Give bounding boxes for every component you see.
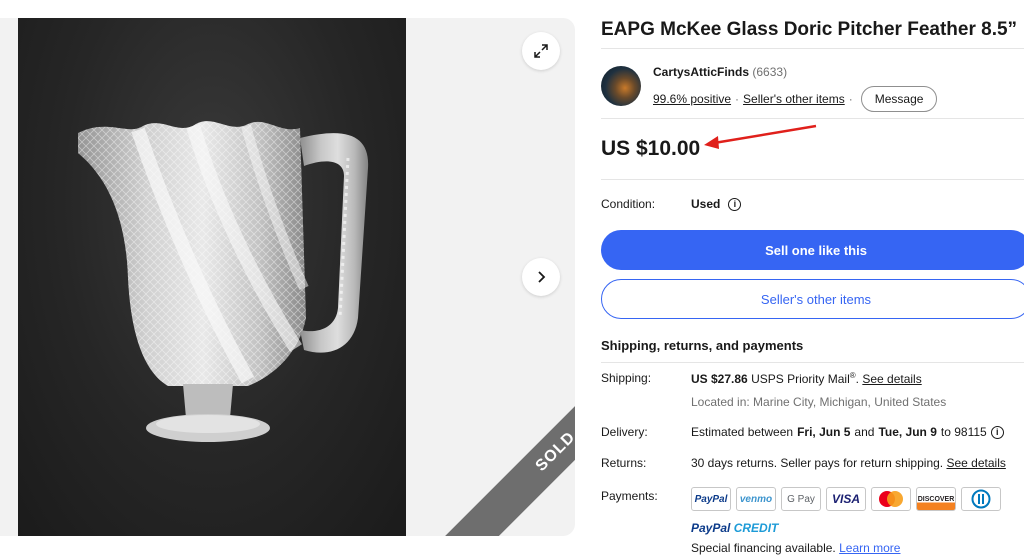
- seller-other-items-link[interactable]: Seller's other items: [743, 92, 845, 106]
- shipping-period: .: [855, 372, 859, 386]
- shipping-label: Shipping:: [601, 371, 652, 385]
- located-in: Located in: Marine City, Michigan, Unite…: [691, 395, 947, 409]
- info-icon[interactable]: i: [728, 197, 742, 211]
- chevron-right-icon: [538, 271, 546, 283]
- discover-logo: DISCOVER: [916, 487, 956, 511]
- seller-positive-link[interactable]: 99.6% positive: [653, 92, 731, 106]
- shipping-section-title: Shipping, returns, and payments: [601, 338, 804, 353]
- delivery-start: Fri, Jun 5: [797, 425, 851, 439]
- returns-text: 30 days returns. Seller pays for return …: [691, 456, 944, 470]
- seller-name-line: CartysAtticFinds (6633): [653, 65, 787, 79]
- image-gallery: SOLD: [0, 18, 575, 536]
- glass-pitcher-image: [78, 121, 369, 442]
- diners-club-logo: [961, 487, 1001, 511]
- delivery-value: Estimated between Fri, Jun 5 and Tue, Ju…: [691, 425, 1004, 439]
- returns-see-details-link[interactable]: See details: [946, 456, 1005, 470]
- item-title: EAPG McKee Glass Doric Pitcher Feather 8…: [601, 19, 1018, 40]
- delivery-to: to 98115: [940, 425, 987, 439]
- returns-value: 30 days returns. Seller pays for return …: [691, 456, 1006, 470]
- diners-club-icon: [971, 489, 991, 509]
- expand-icon: [534, 44, 548, 58]
- delivery-info-icon[interactable]: i: [990, 425, 1004, 439]
- condition-value: Used: [691, 197, 721, 211]
- expand-button[interactable]: [522, 32, 560, 70]
- shipping-see-details-link[interactable]: See details: [862, 372, 921, 386]
- financing-text: Special financing available.: [691, 541, 836, 555]
- delivery-end: Tue, Jun 9: [878, 425, 937, 439]
- sellers-other-items-button[interactable]: Seller's other items: [601, 279, 1024, 319]
- sell-one-like-this-button[interactable]: Sell one like this: [601, 230, 1024, 270]
- learn-more-link[interactable]: Learn more: [839, 541, 900, 555]
- divider: [601, 118, 1024, 119]
- divider: [601, 362, 1024, 363]
- item-price: US $10.00: [601, 137, 701, 160]
- returns-label: Returns:: [601, 456, 647, 470]
- mastercard-logo: [871, 487, 911, 511]
- next-image-button[interactable]: [522, 258, 560, 296]
- condition-label: Condition:: [601, 197, 656, 211]
- delivery-label: Delivery:: [601, 425, 648, 439]
- delivery-prefix: Estimated between: [691, 425, 794, 439]
- red-arrow-icon: [704, 124, 817, 149]
- divider: [601, 48, 1024, 49]
- seller-info: CartysAtticFinds (6633) 99.6% positive ·…: [601, 64, 1024, 112]
- paypal-logo: PayPal: [691, 487, 731, 511]
- shipping-price: US $27.86: [691, 372, 748, 386]
- seller-name[interactable]: CartysAtticFinds: [653, 65, 749, 79]
- shipping-value: US $27.86 USPS Priority Mail®. See detai…: [691, 371, 922, 386]
- divider: [601, 179, 1024, 180]
- financing-info: Special financing available. Learn more: [691, 541, 900, 555]
- payment-methods: PayPal venmo G Pay VISA DISCOVER: [691, 487, 1001, 511]
- venmo-logo: venmo: [736, 487, 776, 511]
- sold-label: SOLD: [532, 428, 575, 475]
- message-button[interactable]: Message: [860, 86, 938, 112]
- product-photo[interactable]: [18, 18, 406, 536]
- condition-value-wrap: Used i: [691, 197, 742, 211]
- payments-label: Payments:: [601, 489, 658, 503]
- seller-links: 99.6% positive · Seller's other items · …: [653, 86, 938, 112]
- seller-feedback-count: (6633): [752, 65, 788, 79]
- seller-avatar[interactable]: [601, 66, 641, 106]
- visa-logo: VISA: [826, 487, 866, 511]
- delivery-and: and: [854, 425, 875, 439]
- mastercard-icon: [879, 491, 903, 507]
- paypal-credit-logo: PayPal CREDIT: [691, 521, 779, 535]
- google-pay-logo: G Pay: [781, 487, 821, 511]
- shipping-service: USPS Priority Mail: [751, 372, 850, 386]
